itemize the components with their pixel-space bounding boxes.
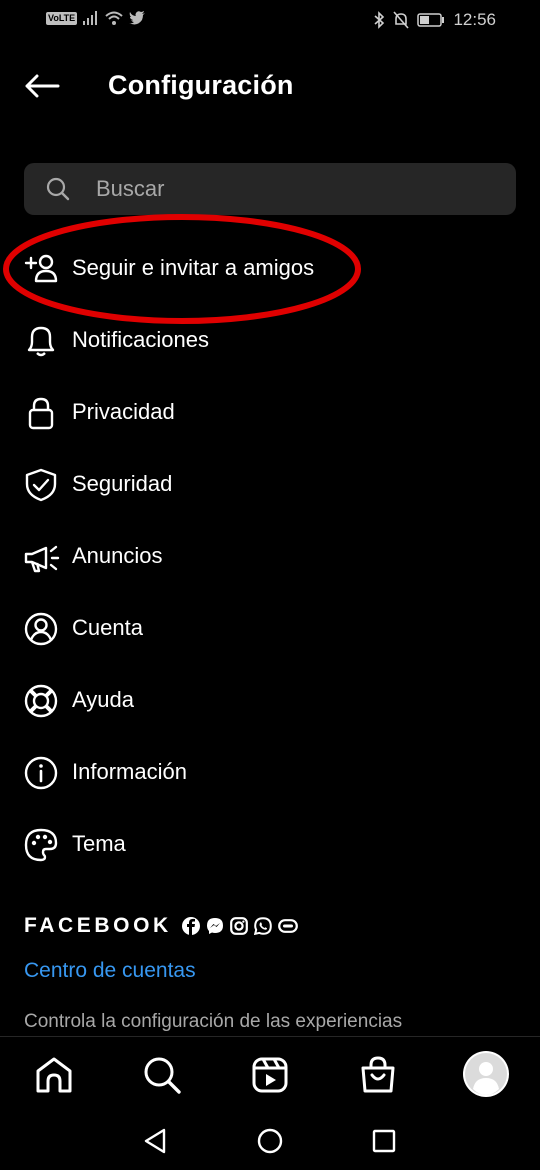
search-tab[interactable] <box>142 1055 182 1095</box>
portal-icon <box>277 919 298 933</box>
wifi-icon <box>105 11 123 25</box>
highlight-ellipse <box>3 214 361 324</box>
menu-item-label: Ayuda <box>72 687 134 712</box>
bell-icon <box>24 324 60 358</box>
signal-icon <box>83 11 99 25</box>
lifebuoy-icon <box>24 684 60 718</box>
whatsapp-icon <box>253 917 272 935</box>
shield-icon <box>24 468 60 502</box>
battery-icon <box>417 13 445 27</box>
messenger-icon <box>206 917 224 935</box>
menu-item-privacy[interactable]: Privacidad <box>0 383 540 443</box>
twitter-icon <box>129 11 146 25</box>
status-bar: VoLTE 12:56 <box>0 0 540 42</box>
menu-item-theme[interactable]: Tema <box>0 815 540 875</box>
menu-item-label: Seguridad <box>72 471 173 496</box>
account-icon <box>24 612 60 646</box>
bluetooth-icon <box>373 11 385 29</box>
facebook-section-header: FACEBOOK <box>24 912 298 940</box>
menu-item-label: Anuncios <box>72 543 163 568</box>
menu-item-account[interactable]: Cuenta <box>0 599 540 659</box>
facebook-wordmark: FACEBOOK <box>24 914 172 937</box>
system-nav-bar <box>0 1116 540 1170</box>
instagram-icon <box>229 917 248 935</box>
header: Configuración <box>0 56 540 116</box>
shop-tab[interactable] <box>358 1055 398 1095</box>
profile-avatar[interactable] <box>463 1051 509 1097</box>
bottom-tab-bar <box>0 1036 540 1117</box>
clock: 12:56 <box>453 10 496 29</box>
info-icon <box>24 756 60 790</box>
megaphone-icon <box>24 540 60 574</box>
home-tab[interactable] <box>34 1055 74 1095</box>
nav-recents-icon[interactable] <box>372 1129 396 1153</box>
menu-item-security[interactable]: Seguridad <box>0 455 540 515</box>
back-arrow-icon[interactable] <box>24 74 60 98</box>
menu-item-label: Información <box>72 759 187 784</box>
reels-tab[interactable] <box>250 1055 290 1095</box>
menu-item-information[interactable]: Información <box>0 743 540 803</box>
search-icon <box>142 1055 182 1095</box>
search-placeholder: Buscar <box>96 176 165 201</box>
menu-item-ads[interactable]: Anuncios <box>0 527 540 587</box>
mute-bell-icon <box>393 11 410 29</box>
nav-home-icon[interactable] <box>257 1128 283 1154</box>
menu-item-label: Tema <box>72 831 126 856</box>
accounts-center-description: Controla la configuración de las experie… <box>24 1011 403 1032</box>
nav-back-icon[interactable] <box>142 1128 168 1154</box>
menu-item-help[interactable]: Ayuda <box>0 671 540 731</box>
reels-icon <box>250 1055 290 1095</box>
menu-item-label: Notificaciones <box>72 327 209 352</box>
menu-item-label: Cuenta <box>72 615 143 640</box>
menu-item-label: Privacidad <box>72 399 175 424</box>
lock-icon <box>24 396 60 430</box>
shopping-bag-icon <box>358 1055 398 1095</box>
page-title: Configuración <box>108 70 294 100</box>
search-input[interactable]: Buscar <box>24 163 516 215</box>
accounts-center-link[interactable]: Centro de cuentas <box>24 959 196 983</box>
facebook-icon <box>181 917 200 935</box>
home-icon <box>34 1055 74 1095</box>
palette-icon <box>24 828 60 862</box>
volte-indicator: VoLTE <box>46 11 78 25</box>
search-icon <box>46 177 70 201</box>
